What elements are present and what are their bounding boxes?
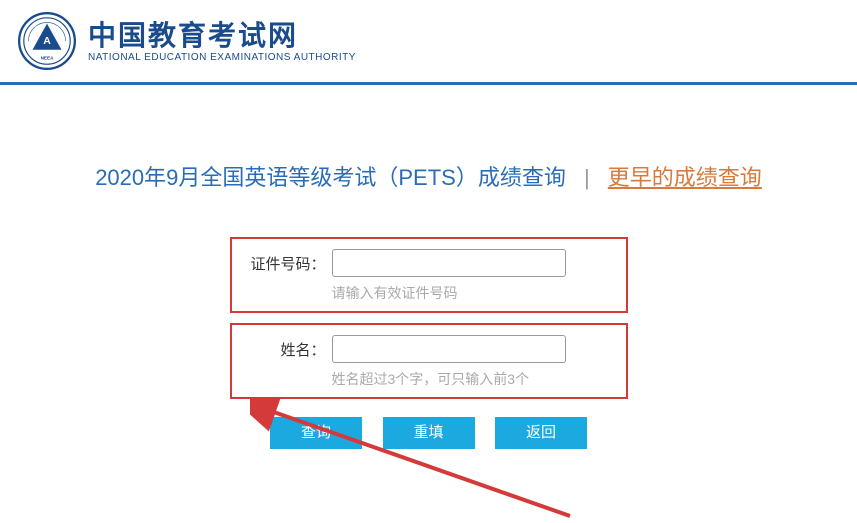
site-logo: A NEEA — [18, 12, 76, 70]
id-number-label: 证件号码： — [250, 253, 326, 274]
svg-text:NEEA: NEEA — [41, 56, 55, 61]
site-title: 中国教育考试网 — [88, 19, 356, 53]
title-separator: | — [584, 165, 590, 190]
main-content: 2020年9月全国英语等级考试（PETS）成绩查询 | 更早的成绩查询 证件号码… — [0, 85, 857, 449]
name-label: 姓名： — [250, 339, 326, 360]
id-number-input[interactable] — [332, 249, 566, 277]
query-form: 证件号码： 请输入有效证件号码 姓名： 姓名超过3个字，可只输入前3个 查询 重… — [230, 237, 628, 449]
reset-button[interactable]: 重填 — [383, 417, 475, 449]
name-input[interactable] — [332, 335, 566, 363]
page-title: 2020年9月全国英语等级考试（PETS）成绩查询 — [95, 165, 566, 190]
site-header: A NEEA 中国教育考试网 NATIONAL EDUCATION EXAMIN… — [0, 0, 857, 85]
earlier-results-link[interactable]: 更早的成绩查询 — [608, 165, 762, 190]
name-hint: 姓名超过3个字，可只输入前3个 — [332, 369, 608, 389]
query-button[interactable]: 查询 — [270, 417, 362, 449]
page-title-row: 2020年9月全国英语等级考试（PETS）成绩查询 | 更早的成绩查询 — [0, 160, 857, 192]
button-row: 查询 重填 返回 — [230, 417, 628, 449]
site-subtitle: NATIONAL EDUCATION EXAMINATIONS AUTHORIT… — [88, 52, 356, 63]
back-button[interactable]: 返回 — [495, 417, 587, 449]
id-number-row: 证件号码： 请输入有效证件号码 — [230, 237, 628, 313]
id-number-hint: 请输入有效证件号码 — [332, 283, 608, 303]
site-title-block: 中国教育考试网 NATIONAL EDUCATION EXAMINATIONS … — [88, 19, 356, 64]
name-row: 姓名： 姓名超过3个字，可只输入前3个 — [230, 323, 628, 399]
svg-text:A: A — [43, 36, 51, 47]
